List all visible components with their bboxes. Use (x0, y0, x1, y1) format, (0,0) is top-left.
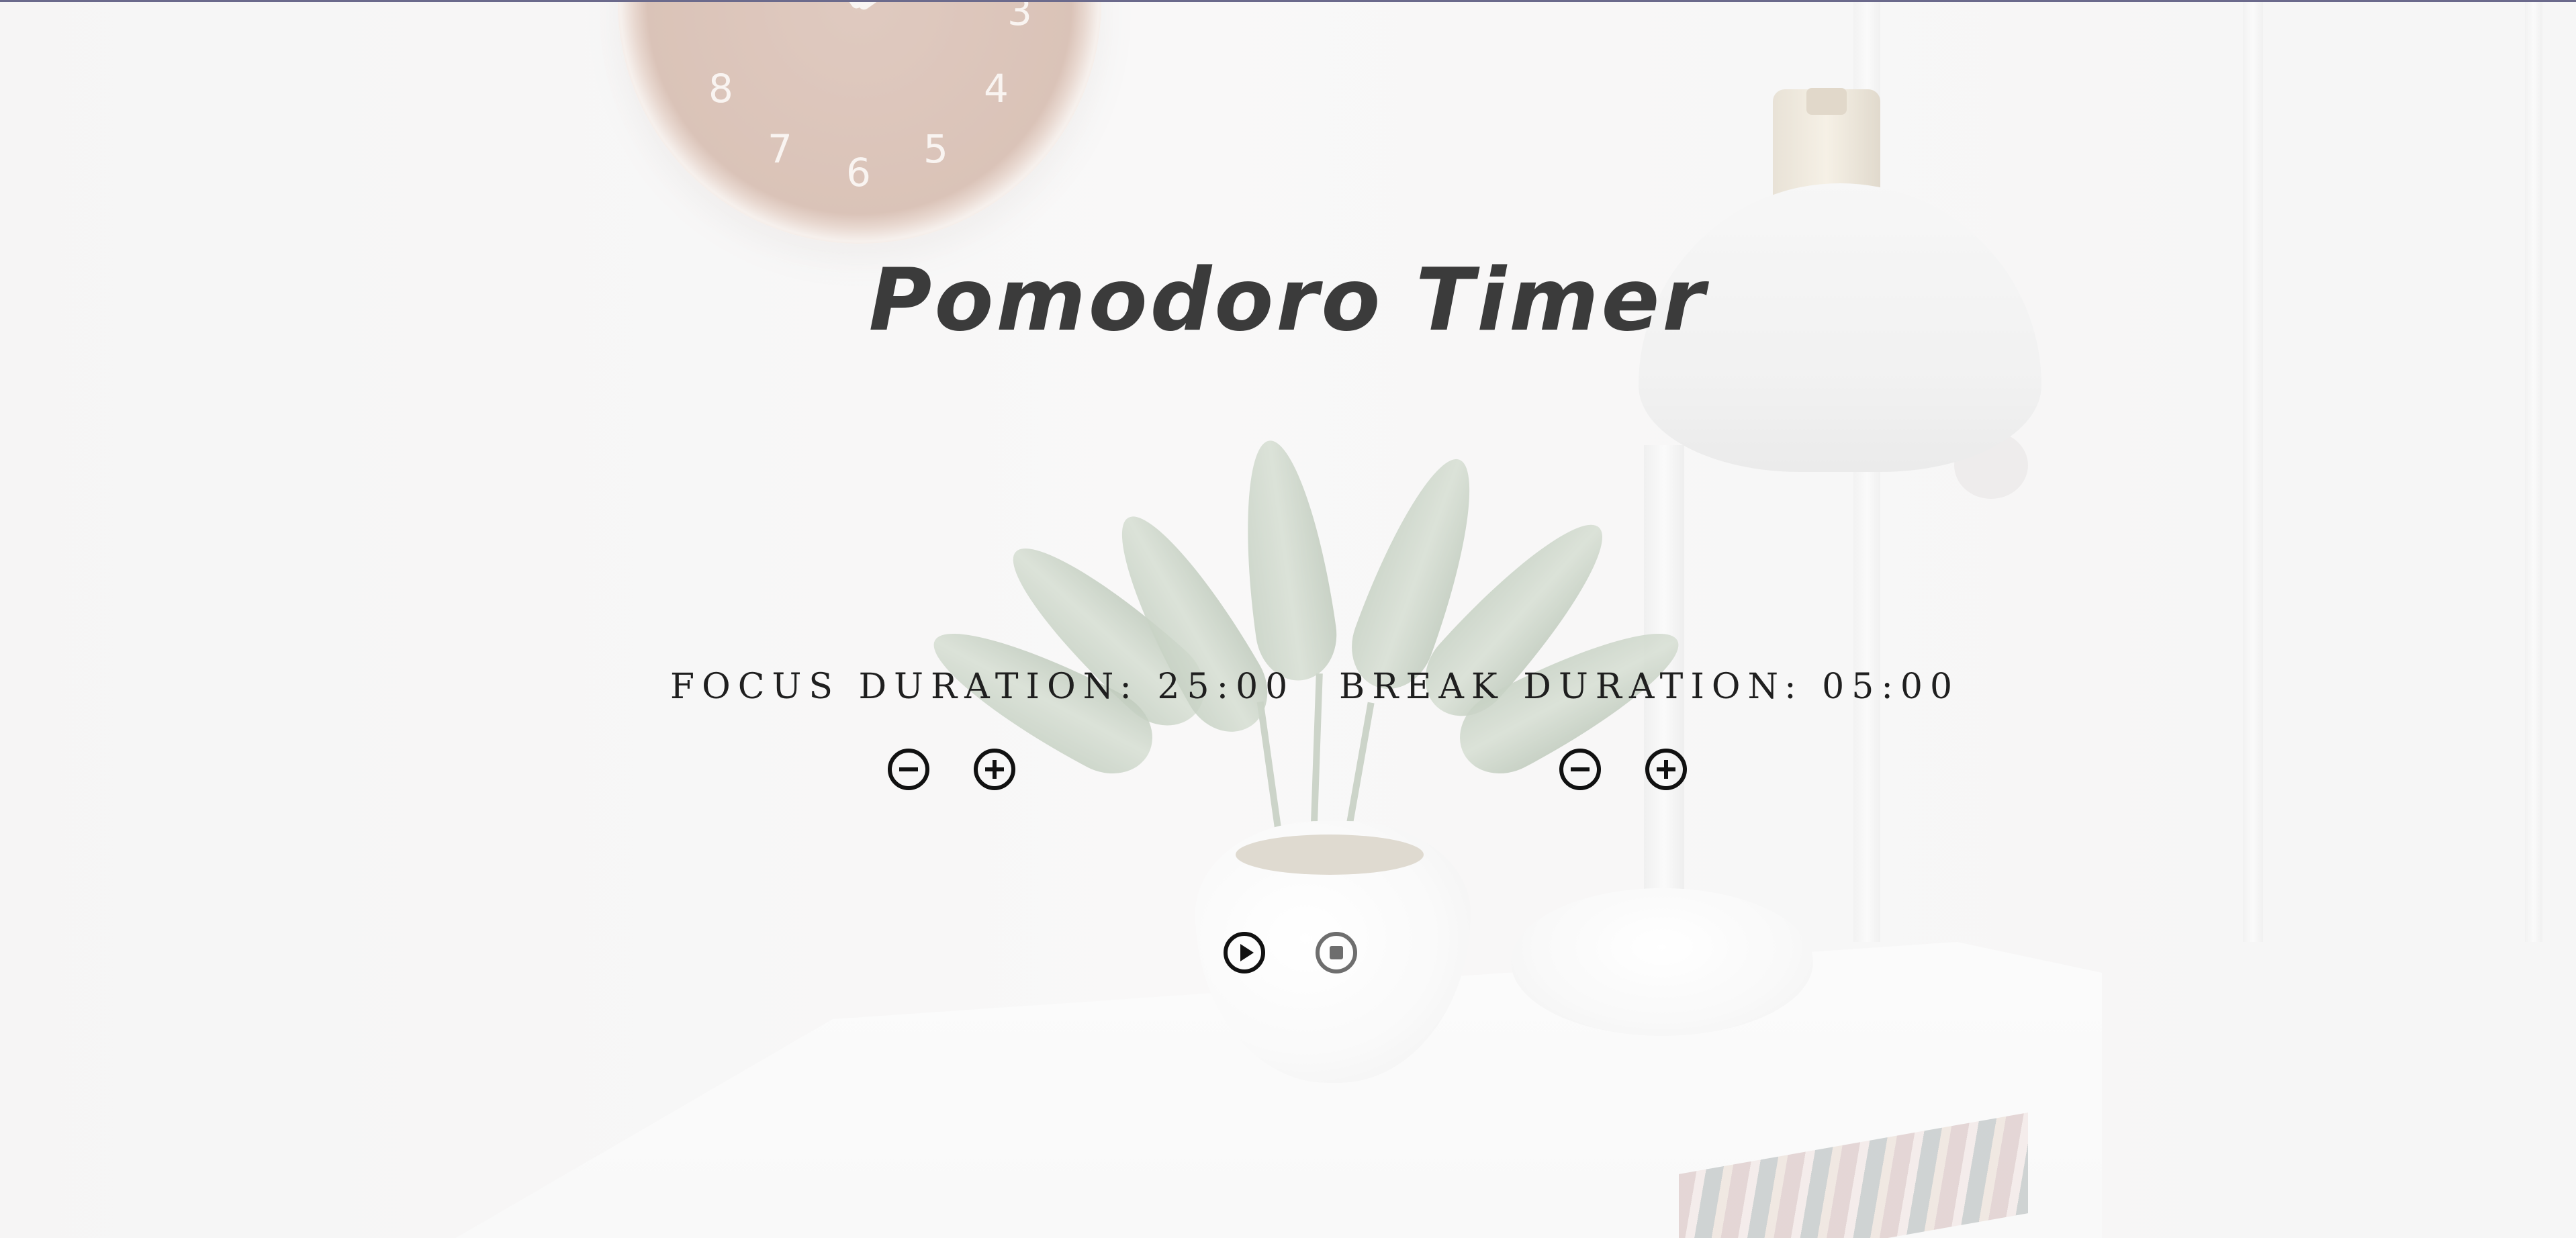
break-decrease-button[interactable] (1559, 749, 1601, 790)
page-title: Pomodoro Timer (868, 250, 1708, 350)
break-increase-button[interactable] (1645, 749, 1687, 790)
focus-decrease-button[interactable] (888, 749, 929, 790)
stop-circle-icon (1330, 946, 1343, 959)
background-overlay (0, 2, 2576, 1238)
play-button[interactable] (1224, 932, 1265, 973)
plus-vertical-bar (1664, 760, 1668, 779)
background-photo: 8 7 6 5 4 3 (0, 2, 2576, 1238)
minus-circle-icon (899, 767, 918, 771)
plus-vertical-bar (993, 760, 997, 779)
focus-increase-button[interactable] (974, 749, 1015, 790)
break-duration-label: BREAK DURATION: 05:00 (1339, 667, 1960, 707)
stop-button[interactable] (1316, 932, 1357, 973)
play-circle-icon (1240, 944, 1254, 961)
focus-duration-label: FOCUS DURATION: 25:00 (670, 667, 1295, 707)
minus-circle-icon (1571, 767, 1590, 771)
